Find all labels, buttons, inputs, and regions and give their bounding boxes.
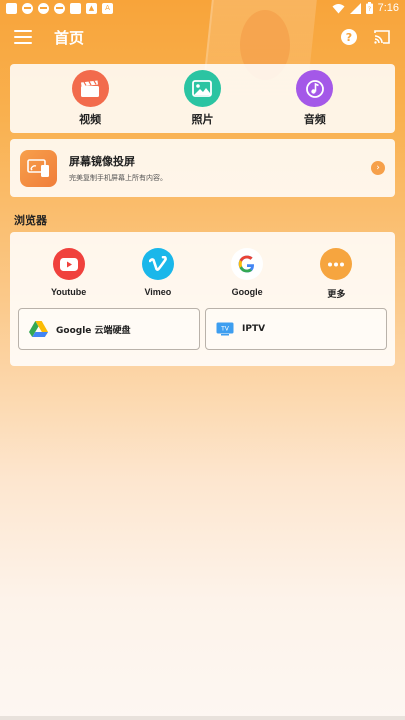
system-icons: ? 7:16 bbox=[332, 2, 399, 14]
chevron-right-icon[interactable]: › bbox=[371, 161, 385, 175]
browser-shortcuts: Youtube Vimeo Google 更多 bbox=[10, 248, 395, 300]
cast-icon[interactable] bbox=[373, 29, 391, 45]
signal-icon bbox=[349, 2, 361, 14]
vimeo-icon bbox=[141, 248, 174, 280]
battery-icon: ? bbox=[365, 2, 373, 14]
minus-circle-icon bbox=[22, 2, 33, 14]
google-drive-button[interactable]: Google 云端硬盘 bbox=[18, 308, 200, 350]
browser-item-google[interactable]: Google bbox=[212, 248, 282, 300]
google-drive-icon bbox=[29, 321, 48, 337]
wifi-icon bbox=[332, 3, 345, 13]
google-icon bbox=[231, 248, 264, 280]
browser-label: 更多 bbox=[327, 289, 346, 299]
browser-card: Youtube Vimeo Google 更多 Google 云端硬盘 TV I… bbox=[10, 232, 395, 366]
media-item-audio[interactable]: 音频 bbox=[285, 70, 345, 127]
header-actions: ? bbox=[341, 29, 391, 45]
music-note-icon bbox=[296, 70, 334, 107]
app-header: 首页 ? bbox=[0, 20, 405, 54]
browser-item-more[interactable]: 更多 bbox=[301, 248, 371, 300]
notification-icons: ▲ A bbox=[6, 2, 113, 14]
screen-mirror-icon bbox=[20, 149, 57, 187]
app-icon bbox=[6, 2, 17, 14]
media-card: 视频 照片 音频 bbox=[10, 64, 395, 133]
tv-icon: TV bbox=[216, 322, 234, 336]
page-title: 首页 bbox=[54, 28, 85, 47]
clock: 7:16 bbox=[377, 2, 399, 14]
screen-mirror-text: 屏幕镜像投屏 完美复制手机屏幕上所有内容。 bbox=[69, 153, 167, 183]
youtube-icon bbox=[52, 248, 85, 280]
browser-wide-buttons: Google 云端硬盘 TV IPTV bbox=[18, 308, 387, 350]
iptv-button[interactable]: TV IPTV bbox=[205, 308, 387, 350]
more-icon bbox=[320, 248, 353, 280]
a-icon: A bbox=[102, 2, 113, 14]
svg-text:TV: TV bbox=[220, 326, 230, 333]
browser-label: Google bbox=[231, 287, 263, 297]
media-item-video[interactable]: 视频 bbox=[60, 70, 120, 127]
image-icon: ▲ bbox=[86, 2, 97, 14]
menu-icon[interactable] bbox=[14, 30, 32, 44]
media-label: 照片 bbox=[191, 113, 214, 126]
browser-label: Youtube bbox=[50, 287, 87, 297]
navigation-bar bbox=[0, 716, 405, 720]
screen-mirror-title: 屏幕镜像投屏 bbox=[69, 155, 135, 168]
minus-circle-icon bbox=[54, 2, 65, 14]
app-icon bbox=[70, 2, 81, 14]
screen-mirror-subtitle: 完美复制手机屏幕上所有内容。 bbox=[69, 174, 167, 182]
iptv-label: IPTV bbox=[242, 324, 266, 334]
media-label: 音频 bbox=[303, 113, 326, 126]
help-icon[interactable]: ? bbox=[341, 29, 357, 45]
google-drive-label: Google 云端硬盘 bbox=[56, 325, 131, 336]
video-clapper-icon bbox=[71, 70, 109, 107]
image-icon bbox=[183, 70, 221, 107]
svg-text:?: ? bbox=[367, 6, 370, 13]
browser-section-title: 浏览器 bbox=[14, 214, 47, 227]
media-label: 视频 bbox=[79, 113, 102, 126]
screen-mirror-card[interactable]: 屏幕镜像投屏 完美复制手机屏幕上所有内容。 › bbox=[10, 139, 395, 197]
browser-label: Vimeo bbox=[144, 287, 172, 297]
status-bar: ▲ A ? 7:16 bbox=[0, 0, 405, 16]
browser-item-vimeo[interactable]: Vimeo bbox=[123, 248, 193, 300]
media-item-photo[interactable]: 照片 bbox=[172, 70, 232, 127]
minus-circle-icon bbox=[38, 2, 49, 14]
browser-item-youtube[interactable]: Youtube bbox=[34, 248, 104, 300]
